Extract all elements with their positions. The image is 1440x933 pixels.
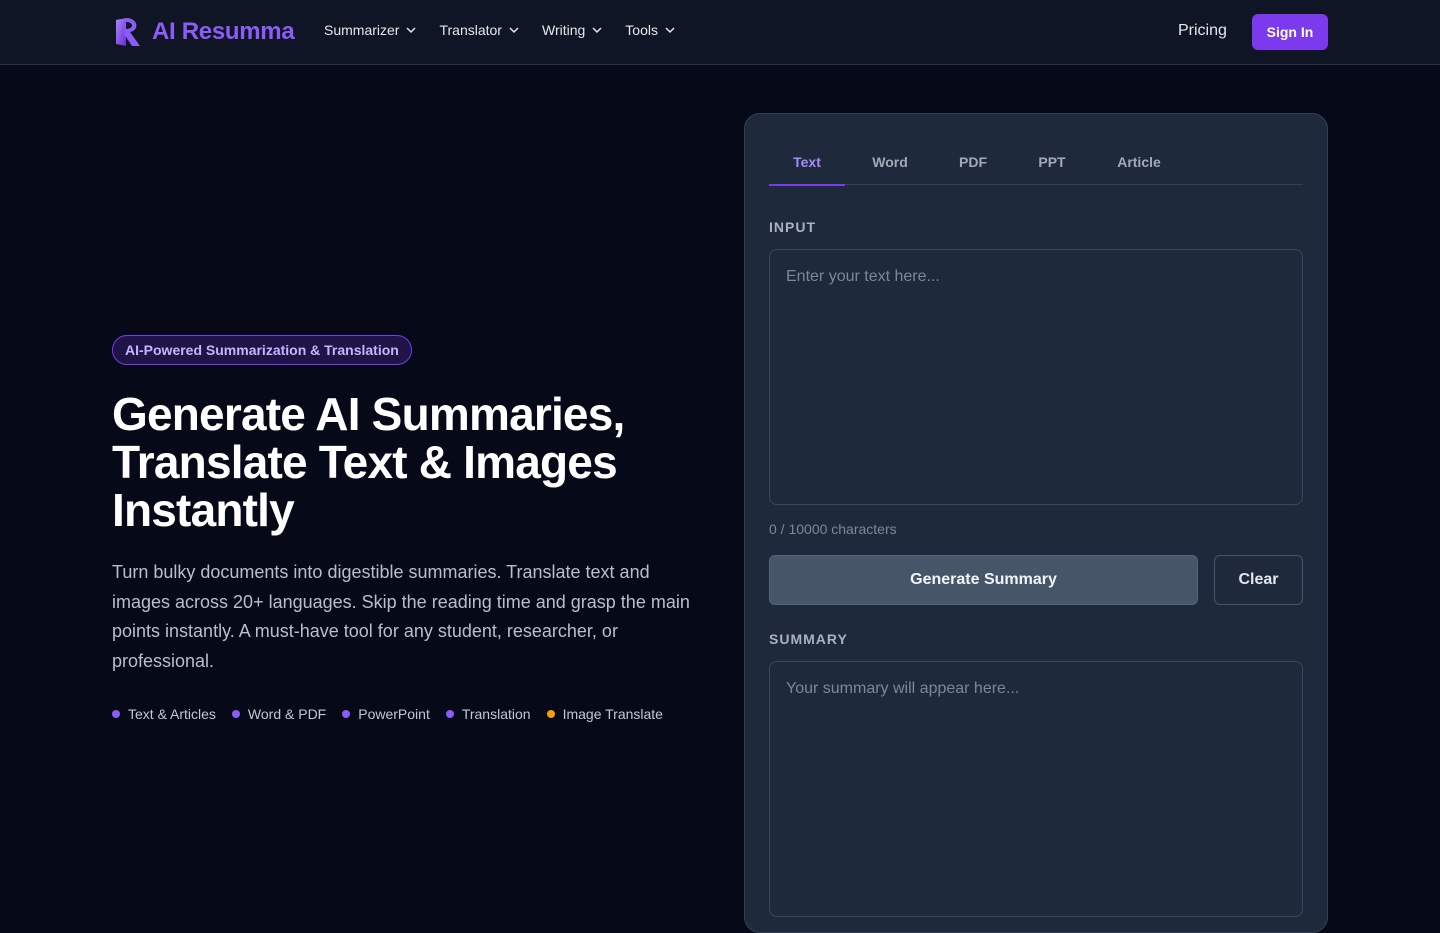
feature-label: Text & Articles bbox=[128, 706, 216, 722]
clear-button[interactable]: Clear bbox=[1214, 555, 1303, 605]
feature-label: Word & PDF bbox=[247, 706, 327, 722]
chevron-down-icon bbox=[406, 27, 416, 34]
pricing-link[interactable]: Pricing bbox=[1178, 22, 1227, 40]
bullet-dot-icon bbox=[112, 710, 120, 718]
summarizer-panel: Text Word PDF PPT Article INPUT 0 / 1000… bbox=[744, 113, 1328, 933]
chevron-down-icon bbox=[509, 27, 519, 34]
hero-title: Generate AI Summaries, Translate Text & … bbox=[112, 390, 712, 534]
bullet-dot-icon bbox=[231, 710, 240, 718]
input-section-label: INPUT bbox=[769, 219, 816, 235]
nav-writing-label: Writing bbox=[541, 22, 586, 38]
tab-ppt[interactable]: PPT bbox=[1011, 138, 1093, 185]
hero-title-line-3: Instantly bbox=[112, 484, 295, 536]
input-type-tabs: Text Word PDF PPT Article bbox=[769, 138, 1303, 186]
hero-title-line-1: Generate AI Summaries, bbox=[112, 388, 625, 440]
tab-article[interactable]: Article bbox=[1093, 138, 1185, 185]
hero-title-line-2: Translate Text & Images bbox=[112, 436, 618, 488]
tab-pdf[interactable]: PDF bbox=[935, 138, 1011, 185]
feature-label: PowerPoint bbox=[358, 706, 430, 722]
top-nav-bar: AI Resumma Summarizer Translator Writing… bbox=[0, 0, 1440, 65]
feature-item: PowerPoint bbox=[342, 706, 430, 722]
nav-tools[interactable]: Tools bbox=[625, 22, 676, 38]
bullet-dot-icon bbox=[445, 710, 454, 718]
feature-list: Text & Articles Word & PDF PowerPoint Tr… bbox=[112, 706, 663, 722]
sign-in-button[interactable]: Sign In bbox=[1252, 14, 1328, 50]
text-input[interactable] bbox=[769, 249, 1303, 505]
brand-logo[interactable]: AI Resumma bbox=[112, 16, 295, 48]
feature-item: Word & PDF bbox=[231, 706, 327, 722]
logo-icon bbox=[116, 18, 140, 46]
hero-badge: AI-Powered Summarization & Translation bbox=[112, 335, 412, 365]
feature-item: Image Translate bbox=[546, 706, 663, 722]
nav-tools-label: Tools bbox=[625, 22, 658, 38]
brand-name: AI Resumma bbox=[152, 18, 295, 45]
character-count: 0 / 10000 characters bbox=[769, 521, 897, 537]
nav-translator-label: Translator bbox=[439, 22, 502, 38]
nav-translator[interactable]: Translator bbox=[439, 22, 520, 38]
bullet-dot-icon bbox=[546, 710, 555, 718]
nav-summarizer-label: Summarizer bbox=[324, 22, 400, 38]
summary-section-label: SUMMARY bbox=[769, 631, 848, 647]
feature-label: Image Translate bbox=[562, 706, 663, 722]
hero-description: Turn bulky documents into digestible sum… bbox=[112, 562, 690, 671]
summary-output[interactable] bbox=[769, 661, 1303, 917]
tab-text[interactable]: Text bbox=[769, 138, 845, 186]
main-nav: Summarizer Translator Writing Tools bbox=[324, 22, 676, 38]
nav-writing[interactable]: Writing bbox=[542, 22, 603, 38]
nav-summarizer[interactable]: Summarizer bbox=[324, 22, 417, 38]
chevron-down-icon bbox=[665, 27, 675, 34]
chevron-down-icon bbox=[592, 27, 602, 34]
tab-word[interactable]: Word bbox=[845, 138, 935, 185]
bullet-dot-icon bbox=[342, 710, 351, 718]
feature-item: Text & Articles bbox=[112, 706, 216, 722]
feature-label: Translation bbox=[461, 706, 531, 722]
generate-summary-button[interactable]: Generate Summary bbox=[769, 555, 1198, 605]
feature-item: Translation bbox=[445, 706, 531, 722]
